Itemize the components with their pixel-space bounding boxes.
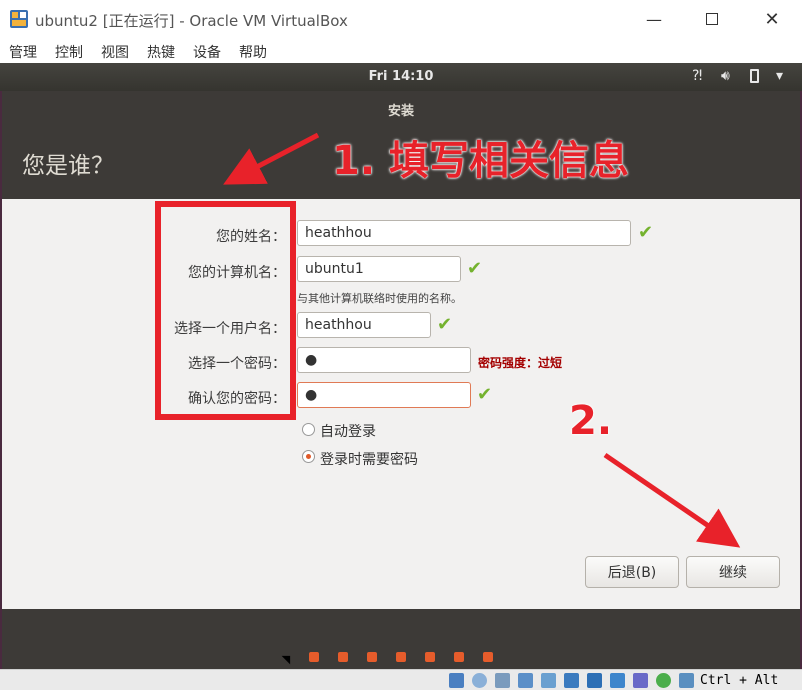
annotation-step2-text: 2. — [569, 398, 613, 444]
progress-dot — [309, 652, 319, 662]
menu-bar: 管理 控制 视图 热键 设备 帮助 — [0, 38, 802, 63]
menu-hotkeys[interactable]: 热键 — [147, 42, 175, 62]
menu-control[interactable]: 控制 — [55, 42, 83, 62]
menu-manage[interactable]: 管理 — [9, 42, 37, 62]
menu-view[interactable]: 视图 — [101, 42, 129, 62]
usb-icon[interactable] — [541, 673, 556, 688]
maximize-icon — [706, 13, 718, 25]
back-button[interactable]: 后退(B) — [585, 556, 679, 588]
vm-status-bar: Ctrl + Alt — [0, 669, 802, 690]
progress-dot — [338, 652, 348, 662]
annotation-step1-text: 1. 填写相关信息 — [332, 138, 629, 184]
accessibility-icon[interactable]: ⁈ — [692, 68, 702, 84]
menu-help[interactable]: 帮助 — [239, 42, 267, 62]
installer-title: 安装 — [387, 104, 414, 119]
optical-drive-icon[interactable] — [472, 673, 487, 688]
name-input[interactable]: heathhou — [297, 220, 631, 246]
window-titlebar: ubuntu2 [正在运行] - Oracle VM VirtualBox — … — [0, 0, 802, 38]
maximize-button[interactable] — [684, 0, 740, 38]
battery-icon[interactable] — [750, 68, 759, 86]
name-valid-check-icon: ✔ — [638, 222, 654, 243]
network-icon[interactable] — [518, 673, 533, 688]
computer-name-input[interactable]: ubuntu1 — [297, 256, 461, 282]
password-strength-text: 密码强度：过短 — [478, 356, 563, 370]
audio-icon[interactable] — [495, 673, 510, 688]
page-heading: 您是谁？ — [22, 153, 114, 179]
clock[interactable]: Fri 14:10 — [0, 69, 802, 84]
host-key-label: Ctrl + Alt — [700, 673, 779, 688]
virtualbox-window: { "window": { "title": "ubuntu2 [正在运行] -… — [0, 0, 802, 690]
display-icon[interactable] — [587, 673, 602, 688]
window-title: ubuntu2 [正在运行] - Oracle VM VirtualBox — [35, 12, 348, 30]
password-input[interactable]: ● — [297, 347, 471, 373]
computer-name-hint: 与其他计算机联络时使用的名称。 — [297, 292, 462, 305]
computer-name-valid-check-icon: ✔ — [467, 258, 483, 279]
minimize-button[interactable]: — — [626, 0, 682, 38]
confirm-password-valid-check-icon: ✔ — [477, 384, 493, 405]
volume-icon[interactable]: 🔊︎ — [721, 68, 730, 84]
auto-login-label[interactable]: 自动登录 — [320, 421, 376, 441]
continue-button[interactable]: 继续 — [686, 556, 780, 588]
keyboard-capture-icon[interactable] — [679, 673, 694, 688]
progress-dot — [454, 652, 464, 662]
video-capture-icon[interactable] — [610, 673, 625, 688]
cpu-icon[interactable] — [633, 673, 648, 688]
annotation-highlight-box — [155, 201, 296, 420]
power-menu-icon[interactable]: ▾ — [776, 68, 783, 84]
progress-dot — [396, 652, 406, 662]
progress-dot — [367, 652, 377, 662]
close-icon: ✕ — [764, 8, 780, 30]
guest-top-panel: Fri 14:10 ⁈ 🔊︎ ▾ — [0, 63, 802, 91]
require-password-label[interactable]: 登录时需要密码 — [320, 449, 418, 469]
auto-login-radio[interactable] — [302, 423, 315, 436]
menu-devices[interactable]: 设备 — [193, 42, 221, 62]
require-password-radio[interactable] — [302, 450, 315, 463]
virtualbox-app-icon — [10, 10, 28, 28]
close-button[interactable]: ✕ — [744, 0, 800, 38]
progress-dot — [483, 652, 493, 662]
progress-dot — [425, 652, 435, 662]
confirm-password-input[interactable]: ● — [297, 382, 471, 408]
username-input[interactable]: heathhou — [297, 312, 431, 338]
username-valid-check-icon: ✔ — [437, 314, 453, 335]
harddisk-icon[interactable] — [449, 673, 464, 688]
shared-folders-icon[interactable] — [564, 673, 579, 688]
mouse-integration-icon[interactable] — [656, 673, 671, 688]
minimize-icon: — — [646, 9, 662, 29]
